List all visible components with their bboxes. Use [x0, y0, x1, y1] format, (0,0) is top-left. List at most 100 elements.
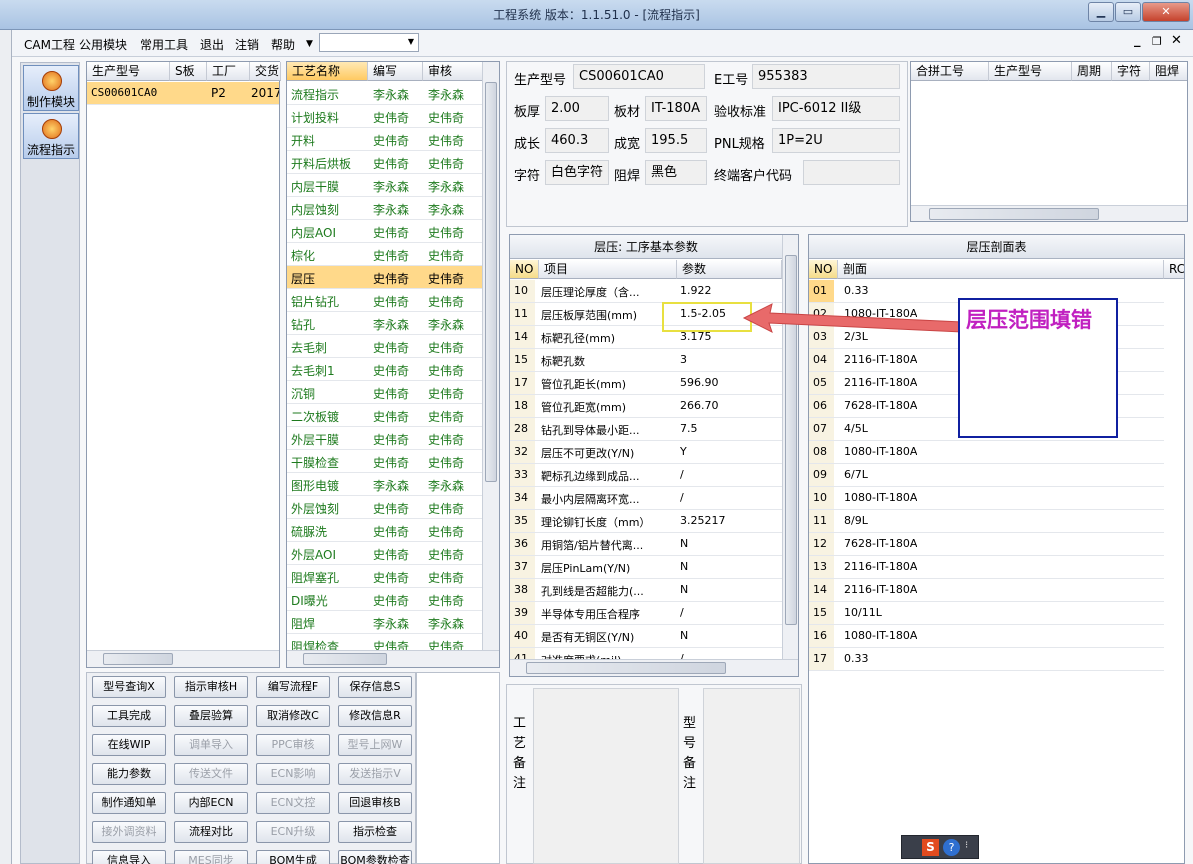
- table-row[interactable]: 12 7628-IT-180A: [809, 533, 1164, 556]
- col-params-no[interactable]: NO: [510, 260, 539, 279]
- action-button[interactable]: PPC审核: [256, 734, 330, 756]
- table-row[interactable]: 硫脲洗 史伟奇 史伟奇: [287, 519, 482, 542]
- col-s-board[interactable]: S板: [170, 62, 207, 81]
- scroll-thumb[interactable]: [526, 662, 726, 674]
- action-button[interactable]: 工具完成: [92, 705, 166, 727]
- table-row[interactable]: 13 2116-IT-180A: [809, 556, 1164, 579]
- col-merge-mask[interactable]: 阻焊: [1150, 62, 1187, 81]
- action-button[interactable]: 保存信息S: [338, 676, 412, 698]
- table-row[interactable]: 38 孔到线是否超能力(... N: [510, 579, 782, 602]
- table-row[interactable]: 内层蚀刻 李永森 李永森: [287, 197, 482, 220]
- params-grid-vscroll[interactable]: [782, 235, 798, 659]
- process-grid-vscroll[interactable]: [482, 62, 499, 650]
- table-row[interactable]: 35 理论铆钉长度（mm） 3.25217: [510, 510, 782, 533]
- table-row[interactable]: 钻孔 李永森 李永森: [287, 312, 482, 335]
- menu-overflow-icon[interactable]: ▼: [306, 39, 313, 49]
- table-row[interactable]: 开料 史伟奇 史伟奇: [287, 128, 482, 151]
- table-row[interactable]: 沉铜 史伟奇 史伟奇: [287, 381, 482, 404]
- menu-logout[interactable]: 注销: [235, 36, 259, 53]
- ime-s-icon[interactable]: S: [922, 839, 939, 856]
- col-section-profile[interactable]: 剖面: [838, 260, 1164, 279]
- mdi-close-icon[interactable]: ✕: [1171, 33, 1182, 48]
- table-row[interactable]: 外层AOI 史伟奇 史伟奇: [287, 542, 482, 565]
- table-row[interactable]: 阻焊 李永森 李永森: [287, 611, 482, 634]
- table-row[interactable]: 10 1080-IT-180A: [809, 487, 1164, 510]
- menu-common-tools[interactable]: 常用工具: [140, 36, 188, 53]
- action-button[interactable]: 指示检查: [338, 821, 412, 843]
- table-row[interactable]: 计划投料 史伟奇 史伟奇: [287, 105, 482, 128]
- field-material[interactable]: IT-180A: [645, 96, 707, 121]
- table-row[interactable]: 17 管位孔距长(mm) 596.90: [510, 372, 782, 395]
- action-button[interactable]: 发送指示V: [338, 763, 412, 785]
- model-notes-field[interactable]: [703, 688, 800, 864]
- col-section-no[interactable]: NO: [809, 260, 838, 279]
- table-row[interactable]: 图形电镀 李永森 李永森: [287, 473, 482, 496]
- help-icon[interactable]: ?: [943, 839, 960, 856]
- table-row[interactable]: 14 2116-IT-180A: [809, 579, 1164, 602]
- action-button[interactable]: 传送文件: [174, 763, 248, 785]
- table-row[interactable]: 去毛刺 史伟奇 史伟奇: [287, 335, 482, 358]
- process-grid-hscroll[interactable]: [287, 650, 499, 667]
- field-acceptance[interactable]: IPC-6012 II级: [772, 96, 900, 121]
- table-row[interactable]: 18 管位孔距宽(mm) 266.70: [510, 395, 782, 418]
- scroll-thumb[interactable]: [929, 208, 1099, 220]
- action-button[interactable]: 编写流程F: [256, 676, 330, 698]
- table-row[interactable]: 15 10/11L: [809, 602, 1164, 625]
- field-customer-code[interactable]: [803, 160, 900, 185]
- table-row[interactable]: 开料后烘板 史伟奇 史伟奇: [287, 151, 482, 174]
- action-button[interactable]: MES同步: [174, 850, 248, 864]
- table-row[interactable]: 去毛刺1 史伟奇 史伟奇: [287, 358, 482, 381]
- table-row[interactable]: 34 最小内层隔离环宽... /: [510, 487, 782, 510]
- table-row[interactable]: 36 用铜箔/铝片替代离... N: [510, 533, 782, 556]
- col-section-rc[interactable]: RC%: [1164, 260, 1184, 279]
- col-params-value[interactable]: 参数: [677, 260, 782, 279]
- action-button[interactable]: 修改信息R: [338, 705, 412, 727]
- menu-common-modules[interactable]: 公用模块: [79, 36, 127, 53]
- table-row[interactable]: 外层干膜 史伟奇 史伟奇: [287, 427, 482, 450]
- table-row[interactable]: 32 层压不可更改(Y/N) Y: [510, 441, 782, 464]
- action-button[interactable]: 流程对比: [174, 821, 248, 843]
- table-row[interactable]: 内层干膜 李永森 李永森: [287, 174, 482, 197]
- model-grid-hscroll[interactable]: [87, 650, 279, 667]
- table-row[interactable]: 39 半导体专用压合程序 /: [510, 602, 782, 625]
- table-row[interactable]: 08 1080-IT-180A: [809, 441, 1164, 464]
- nav-make-module[interactable]: 制作模块: [23, 65, 79, 111]
- table-row[interactable]: 37 层压PinLam(Y/N) N: [510, 556, 782, 579]
- menu-help[interactable]: 帮助: [271, 36, 295, 53]
- table-row[interactable]: 17 0.33: [809, 648, 1164, 671]
- col-writer[interactable]: 编写: [368, 62, 423, 81]
- field-thickness[interactable]: 2.00: [545, 96, 609, 121]
- table-row[interactable]: 棕化 史伟奇 史伟奇: [287, 243, 482, 266]
- action-button[interactable]: 制作通知单: [92, 792, 166, 814]
- action-button[interactable]: 在线WIP: [92, 734, 166, 756]
- action-button[interactable]: 接外调资料: [92, 821, 166, 843]
- scroll-thumb[interactable]: [103, 653, 173, 665]
- scroll-thumb[interactable]: [485, 82, 497, 482]
- field-legend[interactable]: 白色字符: [545, 160, 609, 185]
- table-row[interactable]: 内层AOI 史伟奇 史伟奇: [287, 220, 482, 243]
- table-row[interactable]: 33 靶标孔边缘到成品... /: [510, 464, 782, 487]
- table-row[interactable]: 二次板镀 史伟奇 史伟奇: [287, 404, 482, 427]
- table-row[interactable]: 11 8/9L: [809, 510, 1164, 533]
- action-button[interactable]: BOM参数检查: [338, 850, 412, 864]
- merge-grid-hscroll[interactable]: [911, 205, 1187, 221]
- field-pnl[interactable]: 1P=2U: [772, 128, 900, 153]
- action-button[interactable]: BOM生成: [256, 850, 330, 864]
- maximize-button[interactable]: ▭: [1115, 2, 1141, 22]
- col-process-name[interactable]: 工艺名称: [287, 62, 368, 81]
- action-button[interactable]: 调单导入: [174, 734, 248, 756]
- action-button[interactable]: 取消修改C: [256, 705, 330, 727]
- col-merge-model[interactable]: 生产型号: [989, 62, 1072, 81]
- table-row[interactable]: DI曝光 史伟奇 史伟奇: [287, 588, 482, 611]
- process-notes-field[interactable]: [533, 688, 679, 864]
- close-button[interactable]: ✕: [1142, 2, 1190, 22]
- col-production-model[interactable]: 生产型号: [87, 62, 170, 81]
- minimize-button[interactable]: ▁: [1088, 2, 1114, 22]
- table-row[interactable]: 流程指示 李永森 李永森: [287, 82, 482, 105]
- table-row[interactable]: 干膜检查 史伟奇 史伟奇: [287, 450, 482, 473]
- mdi-minimize-icon[interactable]: _: [1134, 33, 1141, 48]
- params-grid-hscroll[interactable]: [510, 659, 798, 676]
- action-button[interactable]: 叠层验算: [174, 705, 248, 727]
- menu-cam[interactable]: CAM工程: [24, 36, 75, 53]
- col-factory[interactable]: 工厂: [207, 62, 250, 81]
